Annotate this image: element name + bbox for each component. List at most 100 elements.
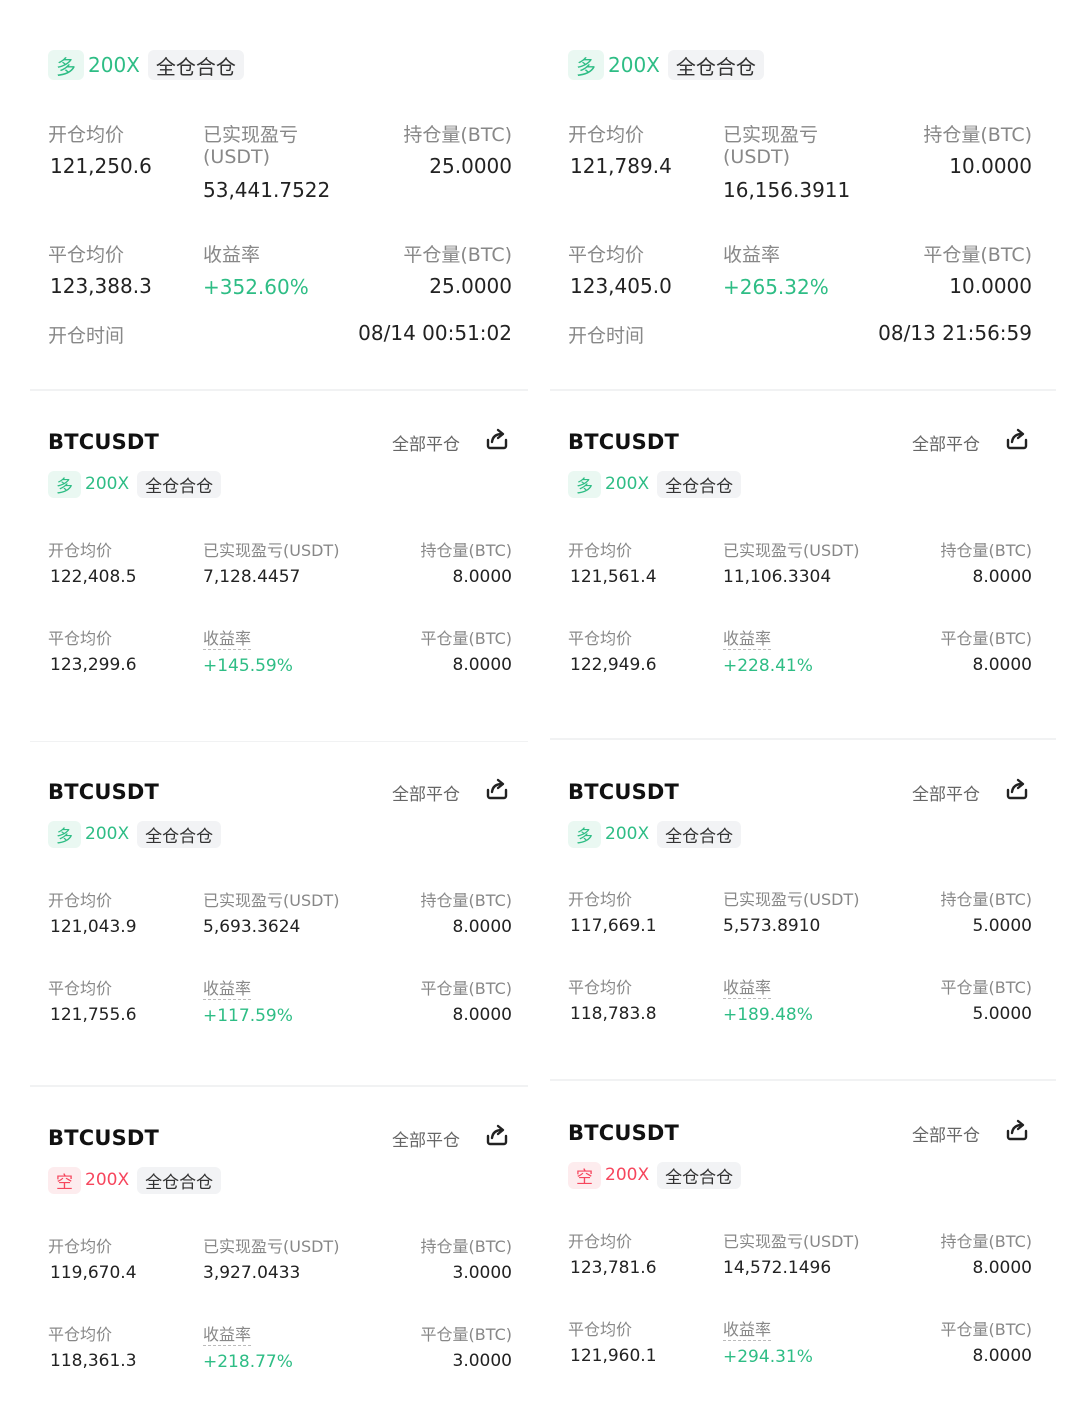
close-all-button[interactable]: 全部平仓	[912, 430, 980, 455]
roi-value: +294.31%	[723, 1347, 813, 1367]
realized-pnl-unit-label: (USDT)	[723, 146, 791, 168]
position-size-value: 3.0000	[452, 1263, 512, 1283]
realized-pnl-label: 已实现盈亏(USDT)	[723, 541, 860, 560]
close-avg-value: 118,361.3	[50, 1351, 137, 1371]
roi-value: +265.32%	[723, 275, 829, 299]
open-time-value: 08/14 00:51:02	[358, 321, 512, 345]
close-size-value: 25.0000	[429, 274, 512, 298]
realized-pnl-value: 5,573.8910	[723, 916, 821, 936]
position-tags: 多 200X 全仓合仓	[48, 469, 225, 499]
position-tags: 多 200X 全仓合仓	[568, 819, 745, 849]
realized-pnl-label: 已实现盈亏(USDT)	[203, 1237, 340, 1256]
close-all-button[interactable]: 全部平仓	[912, 1121, 980, 1146]
roi-label: 收益率	[723, 625, 772, 650]
leverage-tag: 200X	[85, 824, 130, 844]
position-size-value: 25.0000	[429, 154, 512, 178]
symbol-title: BTCUSDT	[48, 430, 160, 454]
leverage-tag: 200X	[88, 53, 140, 77]
open-time-label: 开仓时间	[568, 325, 645, 347]
close-avg-value: 122,949.6	[570, 655, 657, 675]
position-tags: 多 200X 全仓合仓	[568, 469, 745, 499]
position-card-2: 多 200X 全仓合仓 开仓均价 121,789.4 已实现盈亏 (USDT) …	[550, 0, 1056, 390]
card-divider	[550, 1079, 1056, 1081]
roi-value: +189.48%	[723, 1005, 813, 1025]
realized-pnl-value: 16,156.3911	[723, 178, 851, 202]
share-icon[interactable]	[484, 1122, 510, 1148]
margin-mode-tag: 全仓合仓	[667, 50, 764, 80]
direction-tag: 多	[568, 820, 601, 848]
close-all-button[interactable]: 全部平仓	[392, 780, 460, 805]
leverage-tag: 200X	[605, 824, 650, 844]
position-size-value: 10.0000	[949, 154, 1032, 178]
close-size-value: 5.0000	[972, 1004, 1032, 1024]
direction-tag: 多	[48, 50, 84, 80]
symbol-title: BTCUSDT	[568, 780, 680, 804]
share-icon[interactable]	[1004, 776, 1030, 802]
close-size-label: 平仓量(BTC)	[420, 979, 512, 998]
position-size-label: 持仓量(BTC)	[420, 891, 512, 910]
close-all-button[interactable]: 全部平仓	[912, 780, 980, 805]
close-avg-label: 平仓均价	[48, 1325, 113, 1344]
open-avg-value: 121,043.9	[50, 917, 137, 937]
share-icon[interactable]	[1004, 1117, 1030, 1143]
close-size-value: 3.0000	[452, 1351, 512, 1371]
roi-label: 收益率	[203, 1321, 252, 1346]
close-size-label: 平仓量(BTC)	[420, 629, 512, 648]
open-avg-label: 开仓均价	[568, 124, 645, 146]
open-avg-label: 开仓均价	[48, 124, 125, 146]
position-size-label: 持仓量(BTC)	[940, 890, 1032, 909]
direction-tag: 多	[568, 470, 601, 498]
open-avg-value: 117,669.1	[570, 916, 657, 936]
position-tags: 多 200X 全仓合仓	[48, 819, 225, 849]
margin-mode-tag: 全仓合仓	[657, 470, 742, 498]
roi-value: +218.77%	[203, 1352, 293, 1372]
close-size-value: 8.0000	[452, 655, 512, 675]
margin-mode-tag: 全仓合仓	[137, 820, 222, 848]
realized-pnl-value: 3,927.0433	[203, 1263, 301, 1283]
open-avg-value: 121,789.4	[570, 154, 672, 178]
close-all-button[interactable]: 全部平仓	[392, 430, 460, 455]
open-avg-value: 121,561.4	[570, 567, 657, 587]
realized-pnl-value: 5,693.3624	[203, 917, 301, 937]
position-tags: 多 200X 全仓合仓	[568, 50, 768, 80]
leverage-tag: 200X	[85, 474, 130, 494]
direction-tag: 空	[568, 1161, 601, 1189]
position-card-3: BTCUSDT 全部平仓 多 200X 全仓合仓 开仓均价 122,408.5 …	[30, 392, 528, 740]
symbol-title: BTCUSDT	[48, 780, 160, 804]
margin-mode-tag: 全仓合仓	[657, 820, 742, 848]
share-icon[interactable]	[484, 776, 510, 802]
share-icon[interactable]	[1004, 426, 1030, 452]
card-divider	[30, 389, 528, 391]
card-divider	[550, 738, 1056, 740]
card-divider	[550, 389, 1056, 391]
close-avg-label: 平仓均价	[568, 978, 633, 997]
position-card-5: BTCUSDT 全部平仓 多 200X 全仓合仓 开仓均价 121,043.9 …	[30, 742, 528, 1084]
close-size-value: 8.0000	[972, 655, 1032, 675]
direction-tag: 多	[48, 470, 81, 498]
roi-value: +117.59%	[203, 1006, 293, 1026]
close-size-value: 10.0000	[949, 274, 1032, 298]
position-card-8: BTCUSDT 全部平仓 空 200X 全仓合仓 开仓均价 123,781.6 …	[550, 1083, 1056, 1424]
position-size-label: 持仓量(BTC)	[940, 541, 1032, 560]
leverage-tag: 200X	[605, 1165, 650, 1185]
direction-tag: 多	[568, 50, 604, 80]
open-avg-value: 119,670.4	[50, 1263, 137, 1283]
position-size-value: 5.0000	[972, 916, 1032, 936]
margin-mode-tag: 全仓合仓	[657, 1161, 742, 1189]
close-size-value: 8.0000	[452, 1005, 512, 1025]
position-card-4: BTCUSDT 全部平仓 多 200X 全仓合仓 开仓均价 121,561.4 …	[550, 392, 1056, 737]
margin-mode-tag: 全仓合仓	[147, 50, 244, 80]
symbol-title: BTCUSDT	[568, 1121, 680, 1145]
open-avg-label: 开仓均价	[48, 891, 113, 910]
roi-label: 收益率	[203, 244, 261, 266]
close-avg-label: 平仓均价	[568, 244, 645, 266]
realized-pnl-label: 已实现盈亏(USDT)	[723, 890, 860, 909]
open-time-value: 08/13 21:56:59	[878, 321, 1032, 345]
direction-tag: 空	[48, 1166, 81, 1194]
realized-pnl-label: 已实现盈亏	[723, 124, 819, 146]
close-all-button[interactable]: 全部平仓	[392, 1126, 460, 1151]
roi-label: 收益率	[723, 244, 781, 266]
share-icon[interactable]	[484, 426, 510, 452]
leverage-tag: 200X	[605, 474, 650, 494]
realized-pnl-unit-label: (USDT)	[203, 146, 271, 168]
